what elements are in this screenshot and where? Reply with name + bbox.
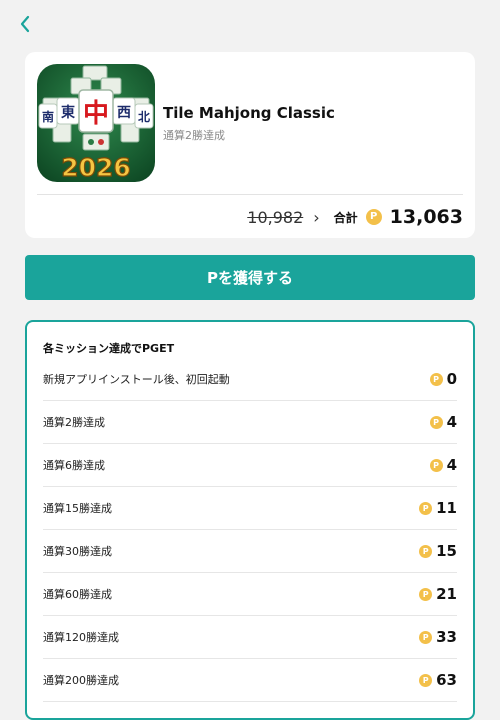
red-dragon-tile: 中 bbox=[83, 99, 109, 129]
point-coin-icon: P bbox=[429, 372, 443, 386]
mission-label: 通算30勝達成 bbox=[43, 545, 112, 558]
mission-row: 通算2勝達成 P 4 bbox=[43, 401, 457, 444]
mission-header: 各ミッション達成でPGET bbox=[43, 342, 175, 355]
app-subtitle: 通算2勝達成 bbox=[163, 129, 225, 142]
mission-panel: 各ミッション達成でPGET 新規アプリインストール後、初回起動 P 0 通算2勝… bbox=[25, 320, 475, 720]
mission-reward: P 4 bbox=[429, 413, 457, 431]
point-coin-icon: P bbox=[419, 587, 433, 601]
old-points: 10,982 bbox=[247, 207, 304, 227]
points-summary: 10,982 › 合計 P 13,063 bbox=[247, 202, 463, 232]
wind-tile-east: 東 bbox=[61, 104, 75, 121]
wind-tile-south: 南 bbox=[42, 109, 54, 124]
year-label: 2026 bbox=[61, 153, 131, 182]
wind-tile-north: 北 bbox=[138, 109, 150, 124]
mission-row: 通算15勝達成 P 11 bbox=[43, 487, 457, 530]
mission-points: 63 bbox=[436, 671, 457, 689]
mission-points: 0 bbox=[446, 370, 457, 388]
wind-tile-west: 西 bbox=[117, 105, 131, 121]
mission-row: 通算6勝達成 P 4 bbox=[43, 444, 457, 487]
point-coin-icon: P bbox=[429, 415, 443, 429]
total-label: 合計 bbox=[333, 210, 358, 225]
mission-row: 通算60勝達成 P 21 bbox=[43, 573, 457, 616]
mission-points: 21 bbox=[436, 585, 457, 603]
mission-row: 通算30勝達成 P 15 bbox=[43, 530, 457, 573]
arrow-right-icon: › bbox=[313, 207, 320, 227]
mission-label: 通算60勝達成 bbox=[43, 588, 112, 601]
mission-reward: P 33 bbox=[419, 628, 457, 646]
point-coin-icon: P bbox=[429, 458, 443, 472]
mission-points: 4 bbox=[446, 456, 457, 474]
point-coin-icon: P bbox=[419, 501, 433, 515]
point-coin-icon: P bbox=[419, 630, 433, 644]
mission-reward: P 15 bbox=[419, 542, 457, 560]
point-coin-icon: P bbox=[365, 209, 382, 225]
mission-reward: P 0 bbox=[429, 370, 457, 388]
mission-row: 通算200勝達成 P 63 bbox=[43, 659, 457, 702]
mission-reward: P 21 bbox=[419, 585, 457, 603]
mission-label: 通算200勝達成 bbox=[43, 674, 119, 687]
mission-reward: P 63 bbox=[419, 671, 457, 689]
mission-points: 4 bbox=[446, 413, 457, 431]
tile-mahjong-app-icon: 東 西 北 南 中 2026 bbox=[37, 64, 155, 182]
app-title: Tile Mahjong Classic bbox=[163, 104, 335, 122]
mission-row: 新規アプリインストール後、初回起動 P 0 bbox=[43, 358, 457, 401]
divider bbox=[37, 194, 463, 195]
mission-label: 新規アプリインストール後、初回起動 bbox=[43, 373, 230, 386]
mission-label: 通算120勝達成 bbox=[43, 631, 119, 644]
mission-points: 15 bbox=[436, 542, 457, 560]
mission-row: 通算120勝達成 P 33 bbox=[43, 616, 457, 659]
mission-label: 通算15勝達成 bbox=[43, 502, 112, 515]
top-bar bbox=[0, 0, 500, 46]
back-button[interactable] bbox=[12, 10, 40, 38]
point-coin-icon: P bbox=[419, 673, 433, 687]
mission-points: 11 bbox=[436, 499, 457, 517]
app-card: 東 西 北 南 中 2026 Tile Mahjong Classic 通算2勝… bbox=[25, 52, 475, 238]
total-points: 13,063 bbox=[389, 206, 463, 228]
mission-reward: P 4 bbox=[429, 456, 457, 474]
chevron-left-icon bbox=[20, 15, 30, 33]
mission-label: 通算2勝達成 bbox=[43, 416, 105, 429]
mission-points: 33 bbox=[436, 628, 457, 646]
mission-list: 新規アプリインストール後、初回起動 P 0 通算2勝達成 P 4 通算6勝達成 … bbox=[43, 358, 457, 702]
point-coin-icon: P bbox=[419, 544, 433, 558]
get-points-button[interactable]: Pを獲得する bbox=[25, 255, 475, 300]
mission-label: 通算6勝達成 bbox=[43, 459, 105, 472]
mission-reward: P 11 bbox=[419, 499, 457, 517]
